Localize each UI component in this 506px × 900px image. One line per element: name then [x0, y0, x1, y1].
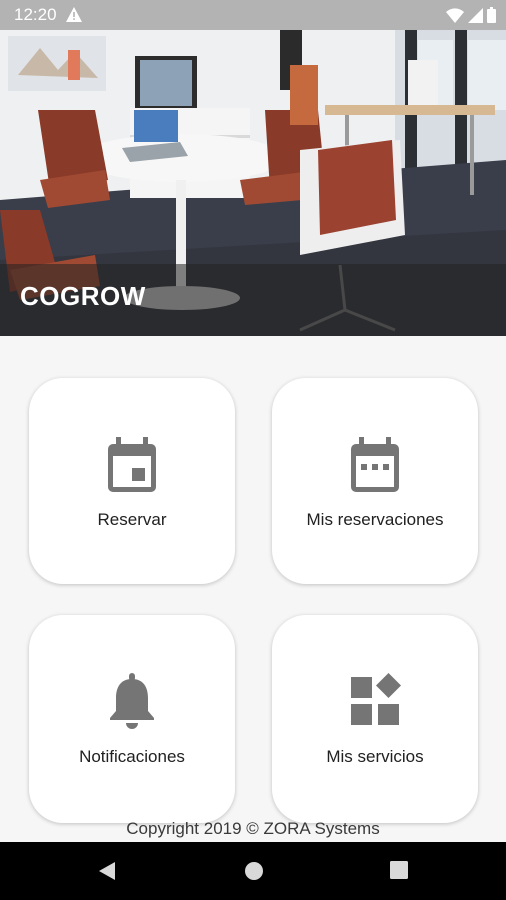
back-icon[interactable] — [97, 861, 117, 881]
recents-icon[interactable] — [390, 861, 408, 879]
mis-reservaciones-label: Mis reservaciones — [306, 510, 444, 529]
warning-icon — [66, 7, 82, 22]
battery-icon — [487, 7, 496, 23]
status-bar: 12:20 — [0, 0, 506, 30]
notificaciones-button[interactable]: Notificaciones — [29, 615, 235, 823]
home-icon[interactable] — [244, 861, 264, 881]
widgets-icon — [351, 673, 401, 725]
hero-title: COGROW — [20, 281, 146, 311]
copyright-footer: Copyright 2019 © ZORA Systems — [126, 819, 380, 838]
wifi-icon — [446, 7, 464, 23]
cell-signal-icon — [468, 7, 483, 23]
mis-servicios-label: Mis servicios — [326, 747, 424, 766]
mis-servicios-button[interactable]: Mis servicios — [272, 615, 478, 823]
reservar-label: Reservar — [97, 510, 167, 529]
navigation-bar — [0, 842, 506, 900]
mis-reservaciones-button[interactable]: Mis reservaciones — [272, 378, 478, 584]
reservar-button[interactable]: Reservar — [29, 378, 235, 584]
bell-icon — [110, 673, 154, 729]
calendar-event-icon — [108, 437, 156, 492]
notificaciones-label: Notificaciones — [79, 747, 185, 766]
status-time: 12:20 — [14, 5, 57, 24]
calendar-dots-icon — [351, 437, 399, 492]
